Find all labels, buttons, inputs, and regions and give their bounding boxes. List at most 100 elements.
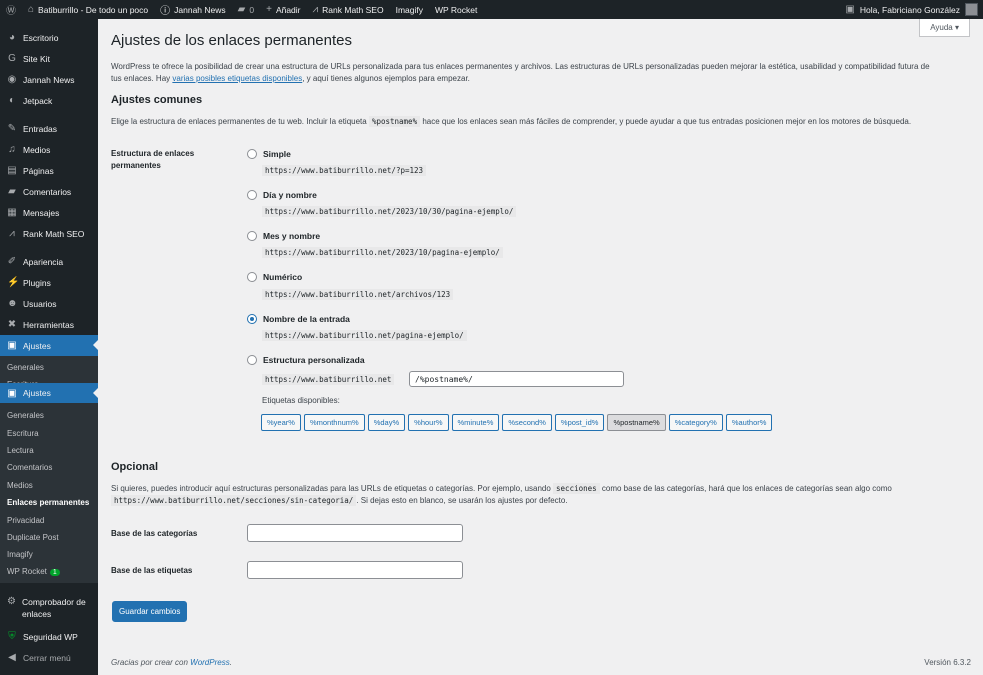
page-title: Ajustes de los enlaces permanentes bbox=[111, 32, 352, 49]
plus-icon: + bbox=[266, 4, 272, 15]
help-button[interactable]: Ayuda ▾ bbox=[919, 19, 970, 37]
submenu-escritura[interactable]: Escritura bbox=[7, 429, 39, 438]
tag-button-year[interactable]: %year% bbox=[261, 414, 301, 431]
sidebar-item-label: Usuarios bbox=[23, 298, 57, 309]
info-icon: ⓘ bbox=[160, 6, 171, 17]
example-code: secciones bbox=[553, 483, 600, 494]
imagify-label: Imagify bbox=[395, 4, 423, 15]
footer-text: Gracias por crear con bbox=[111, 658, 191, 667]
radio-simple[interactable]: Simple bbox=[247, 149, 291, 159]
radio-label: Nombre de la entrada bbox=[263, 314, 350, 324]
notification-icon[interactable]: ▣ bbox=[845, 4, 854, 15]
submenu-wp-rocket[interactable]: WP Rocket 1 bbox=[7, 567, 60, 576]
sidebar-item-label: Comprobador de enlaces bbox=[21, 597, 86, 619]
sidebar-item-jannah-news[interactable]: ◉ Jannah News bbox=[0, 69, 98, 90]
tag-base-input[interactable] bbox=[247, 561, 463, 579]
jetpack-icon: ◐ bbox=[8, 95, 16, 106]
custom-structure-input[interactable]: /%postname%/ bbox=[409, 371, 624, 387]
available-tags-link[interactable]: varias posibles etiquetas disponibles bbox=[172, 74, 302, 83]
messages-icon: ▦ bbox=[7, 207, 17, 218]
sidebar-item-apariencia[interactable]: ✐ Apariencia bbox=[0, 251, 98, 272]
sidebar-item-usuarios[interactable]: ☻ Usuarios bbox=[0, 293, 98, 314]
sidebar-item-ajustes-duplicate[interactable]: ▣ Ajustes bbox=[0, 383, 98, 403]
sidebar-item-medios[interactable]: ♫ Medios bbox=[0, 139, 98, 160]
sidebar-item-comprobador[interactable]: ⚙ Comprobador de enlaces bbox=[0, 596, 98, 624]
submenu-medios[interactable]: Medios bbox=[7, 481, 33, 490]
example-url: https://www.batiburrillo.net/2023/10/30/… bbox=[262, 206, 517, 217]
media-icon: ♫ bbox=[8, 144, 16, 155]
jannah-news-link[interactable]: ⓘ Jannah News bbox=[154, 0, 232, 19]
tag-button-monthnum[interactable]: %monthnum% bbox=[303, 414, 365, 431]
radio-month-name[interactable]: Mes y nombre bbox=[247, 231, 320, 241]
submenu-imagify[interactable]: Imagify bbox=[7, 550, 33, 559]
radio-button[interactable] bbox=[247, 272, 257, 282]
submenu-generales[interactable]: Generales bbox=[7, 411, 44, 420]
tag-button-minute[interactable]: %minute% bbox=[451, 414, 500, 431]
tag-button-day[interactable]: %day% bbox=[367, 414, 406, 431]
imagify-link[interactable]: Imagify bbox=[390, 0, 429, 19]
radio-custom[interactable]: Estructura personalizada bbox=[247, 355, 365, 365]
tag-button-author[interactable]: %author% bbox=[725, 414, 773, 431]
jannah-icon: ◉ bbox=[7, 74, 17, 85]
rank-math-link[interactable]: ⩘ Rank Math SEO bbox=[307, 0, 390, 19]
avatar[interactable] bbox=[965, 3, 978, 16]
tag-button-category[interactable]: %category% bbox=[668, 414, 723, 431]
sidebar-item-label: Seguridad WP bbox=[23, 631, 78, 642]
sidebar-item-comentarios[interactable]: ▰ Comentarios bbox=[0, 181, 98, 202]
sidebar-item-herramientas[interactable]: ✖ Herramientas bbox=[0, 314, 98, 335]
sidebar-item-label: Jetpack bbox=[23, 95, 53, 106]
radio-label: Simple bbox=[263, 149, 291, 159]
tag-button-hour[interactable]: %hour% bbox=[408, 414, 449, 431]
admin-bar: Ⓦ ⌂ Batiburrillo - De todo un poco ⓘ Janna… bbox=[0, 0, 983, 19]
comments-link[interactable]: ▰ 0 bbox=[232, 0, 260, 19]
collapse-menu-label: Cerrar menú bbox=[23, 652, 71, 663]
tag-button-second[interactable]: %second% bbox=[502, 414, 552, 431]
submenu-comentarios[interactable]: Comentarios bbox=[7, 463, 52, 472]
comment-icon: ▰ bbox=[8, 186, 16, 197]
sidebar-item-site-kit[interactable]: G Site Kit bbox=[0, 48, 98, 69]
sidebar-item-seguridad[interactable]: ⛨ Seguridad WP bbox=[0, 626, 98, 647]
submenu-lectura[interactable]: Lectura bbox=[7, 446, 34, 455]
collapse-menu-button[interactable]: ◀ Cerrar menú bbox=[0, 647, 98, 668]
comment-bubble-icon: ▰ bbox=[237, 4, 246, 15]
sidebar-item-plugins[interactable]: ⚡ Plugins bbox=[0, 272, 98, 293]
tag-button-postname[interactable]: %postname% bbox=[607, 414, 666, 431]
radio-button[interactable] bbox=[247, 190, 257, 200]
radio-button[interactable] bbox=[247, 231, 257, 241]
radio-post-name[interactable]: Nombre de la entrada bbox=[247, 314, 350, 324]
sidebar-item-label: Apariencia bbox=[23, 256, 64, 267]
radio-button[interactable] bbox=[247, 149, 257, 159]
submenu-duplicate-post[interactable]: Duplicate Post bbox=[7, 533, 59, 542]
pin-icon: ✎ bbox=[7, 123, 17, 134]
wp-rocket-link[interactable]: WP Rocket bbox=[429, 0, 483, 19]
dashboard-icon: ◕ bbox=[8, 32, 16, 43]
sidebar-item-escritorio[interactable]: ◕ Escritorio bbox=[0, 27, 98, 48]
brush-icon: ✐ bbox=[7, 256, 17, 267]
sidebar-item-entradas[interactable]: ✎ Entradas bbox=[0, 118, 98, 139]
category-base-input[interactable] bbox=[247, 524, 463, 542]
save-button[interactable]: Guardar cambios bbox=[112, 601, 188, 622]
jannah-label: Jannah News bbox=[174, 4, 226, 15]
submenu-privacidad[interactable]: Privacidad bbox=[7, 516, 44, 525]
sidebar-item-mensajes[interactable]: ▦ Mensajes bbox=[0, 202, 98, 223]
tag-button-post-id[interactable]: %post_id% bbox=[554, 414, 605, 431]
link-checker-icon: ⚙ bbox=[7, 596, 16, 607]
site-name-link[interactable]: ⌂ Batiburrillo - De todo un poco bbox=[22, 0, 154, 19]
radio-numeric[interactable]: Numérico bbox=[247, 272, 302, 282]
current-arrow bbox=[93, 340, 98, 350]
user-greeting[interactable]: Hola, Fabriciano González bbox=[860, 5, 960, 15]
sidebar-item-jetpack[interactable]: ◐ Jetpack bbox=[0, 90, 98, 111]
submenu-enlaces-permanentes[interactable]: Enlaces permanentes bbox=[7, 498, 89, 507]
radio-button[interactable] bbox=[247, 355, 257, 365]
sidebar-item-rank-math[interactable]: ⩘ Rank Math SEO bbox=[0, 223, 98, 244]
sidebar-item-ajustes[interactable]: ▣ Ajustes bbox=[0, 335, 98, 356]
wordpress-logo-button[interactable]: Ⓦ bbox=[0, 0, 22, 19]
wordpress-logo-icon: Ⓦ bbox=[6, 6, 16, 17]
radio-label: Día y nombre bbox=[263, 190, 317, 200]
ghost-submenu-generales[interactable]: Generales bbox=[7, 363, 44, 372]
radio-button-checked[interactable] bbox=[247, 314, 257, 324]
radio-day-name[interactable]: Día y nombre bbox=[247, 190, 317, 200]
wordpress-link[interactable]: WordPress bbox=[190, 658, 230, 667]
add-new-link[interactable]: + Añadir bbox=[260, 0, 306, 19]
sidebar-item-paginas[interactable]: ▤ Páginas bbox=[0, 160, 98, 181]
